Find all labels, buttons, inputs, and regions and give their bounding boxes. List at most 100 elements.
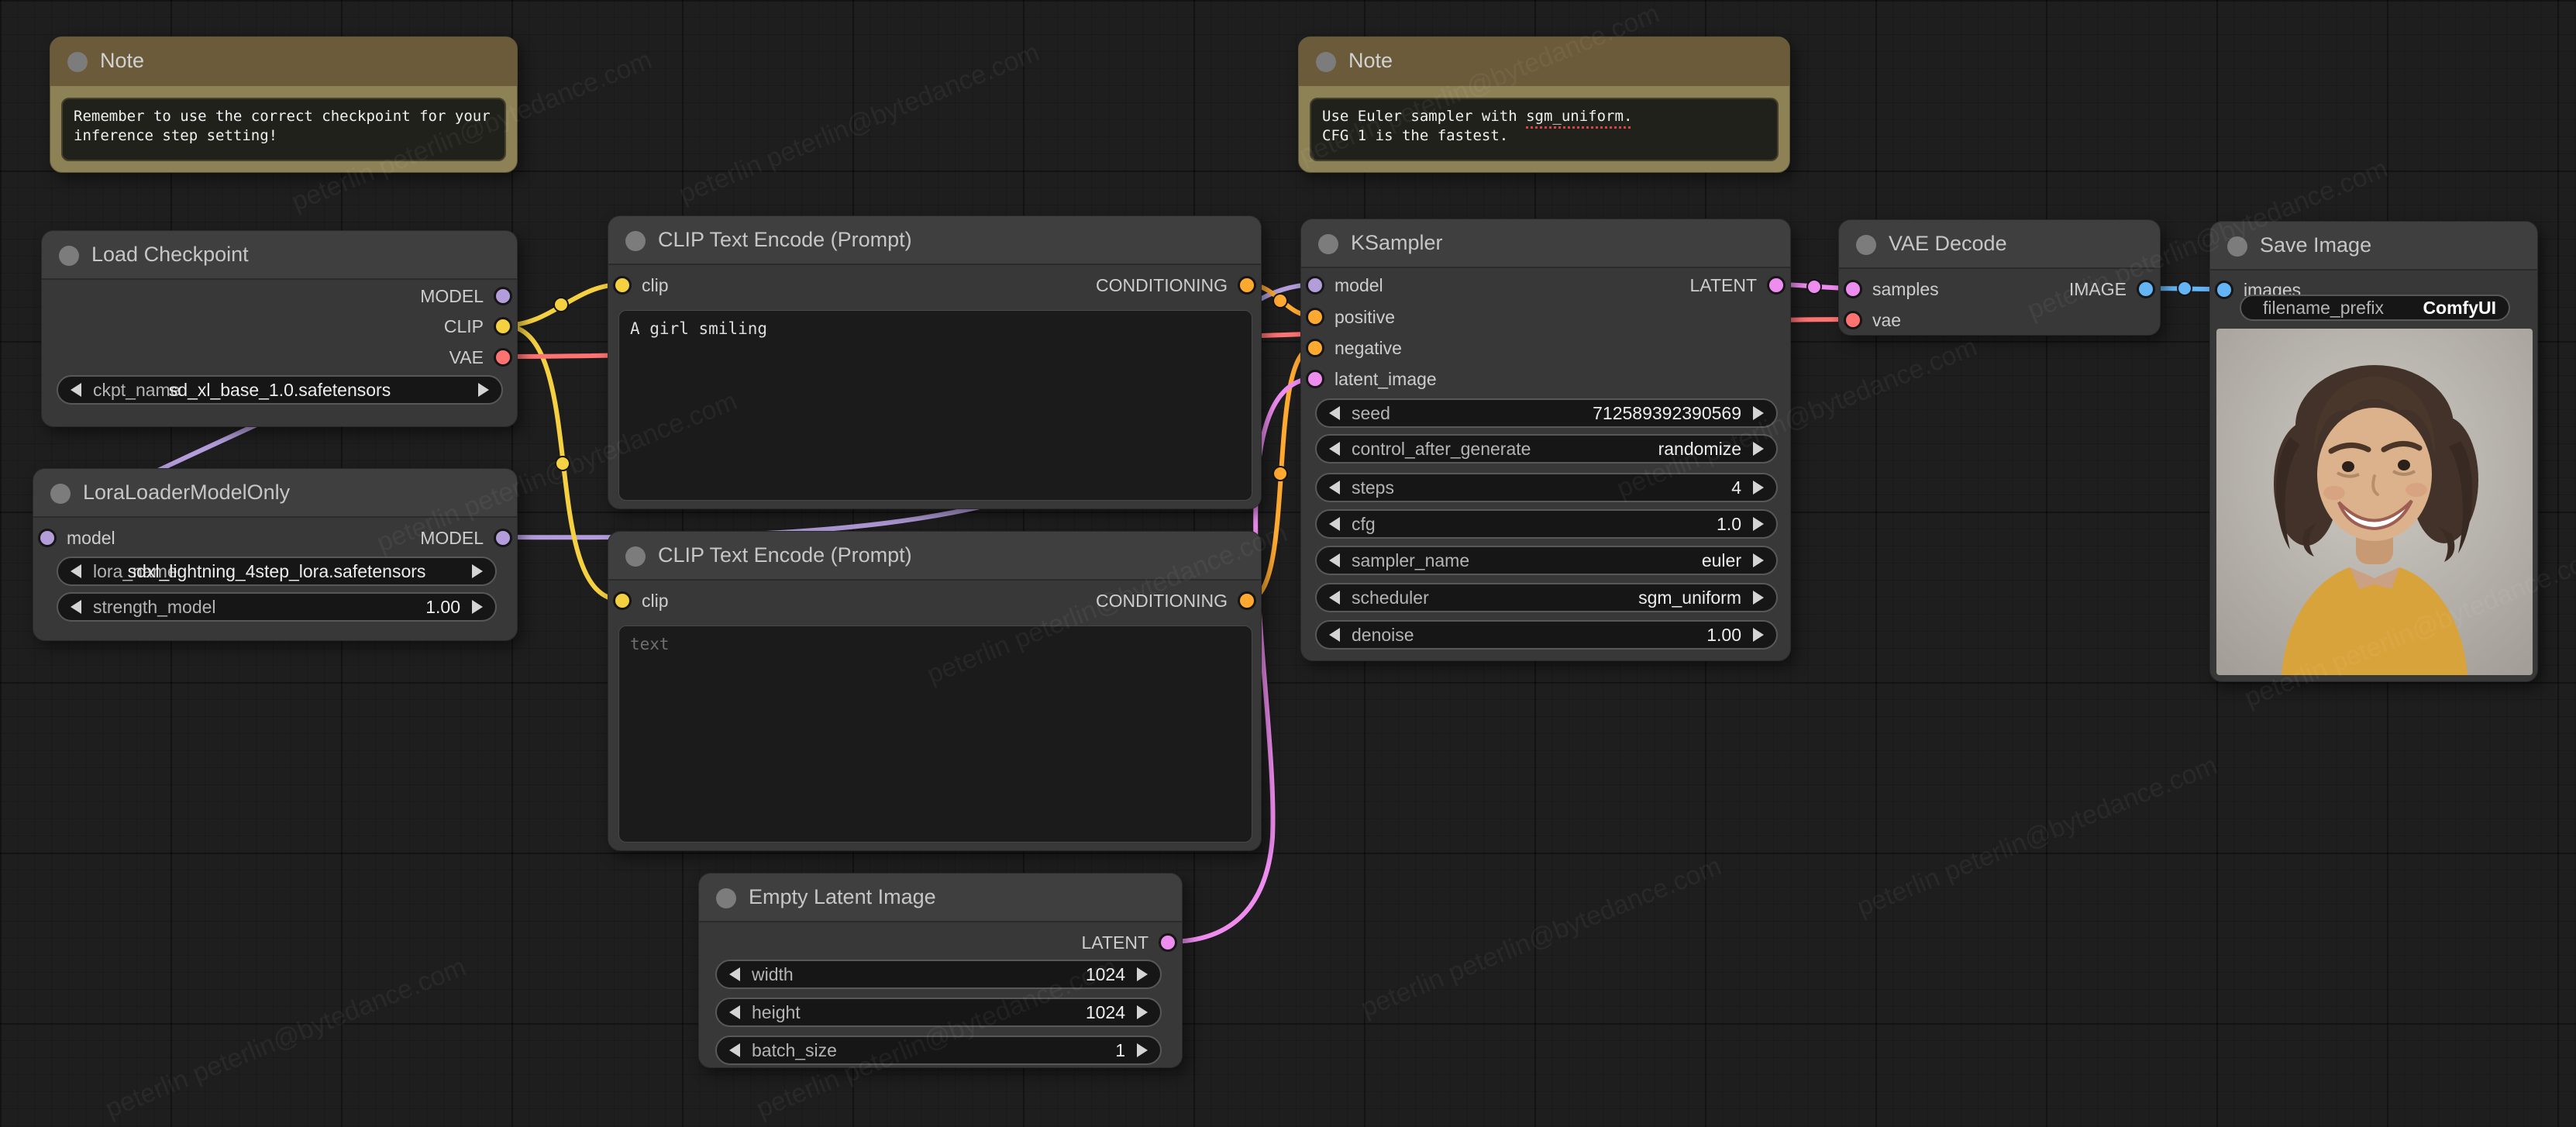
negative-input-port[interactable] [1306,339,1324,357]
decrement-arrow-icon[interactable] [729,1005,740,1019]
preview-image [2216,329,2533,675]
filename-prefix-widget[interactable]: filename_prefix ComfyUI [2240,295,2510,321]
widget-value: 1024 [1085,1001,1125,1022]
node-title-bar[interactable]: Empty Latent Image [699,874,1182,922]
lora-loader-node[interactable]: LoraLoaderModelOnly model MODEL lora_nam… [33,468,518,641]
collapse-dot-icon[interactable] [67,52,88,72]
model-output-port[interactable] [494,287,512,305]
increment-arrow-icon[interactable] [1753,406,1764,420]
collapse-dot-icon[interactable] [1316,52,1336,72]
decrement-arrow-icon[interactable] [1329,517,1340,531]
node-title: CLIP Text Encode (Prompt) [658,228,912,251]
widget-value: 1 [1115,1039,1125,1060]
node-title: CLIP Text Encode (Prompt) [658,543,912,567]
strength-model-widget[interactable]: strength_model 1.00 [57,592,497,622]
increment-arrow-icon[interactable] [1753,553,1764,567]
increment-arrow-icon[interactable] [1753,517,1764,531]
image-output-port[interactable] [2137,280,2155,298]
increment-arrow-icon[interactable] [1753,628,1764,642]
decrement-arrow-icon[interactable] [1329,481,1340,495]
model-output-port[interactable] [494,529,512,547]
decrement-arrow-icon[interactable] [71,600,81,614]
decrement-arrow-icon[interactable] [1329,442,1340,456]
width-widget[interactable]: width 1024 [715,960,1162,989]
save-image-node[interactable]: Save Image images filename_prefix ComfyU… [2209,221,2538,682]
decrement-arrow-icon[interactable] [1329,406,1340,420]
increment-arrow-icon[interactable] [1137,967,1148,981]
samples-input-port[interactable] [1844,280,1862,298]
note-text-area[interactable]: Use Euler sampler with sgm_uniform. CFG … [1310,98,1779,161]
control-after-generate-widget[interactable]: control_after_generate randomize [1315,434,1778,464]
sampler-name-widget[interactable]: sampler_name euler [1315,546,1778,575]
steps-widget[interactable]: steps 4 [1315,473,1778,502]
ksampler-node[interactable]: KSampler model LATENT positive negative … [1300,219,1791,661]
empty-latent-image-node[interactable]: Empty Latent Image LATENT width 1024 hei… [698,873,1183,1068]
increment-arrow-icon[interactable] [472,564,483,578]
increment-arrow-icon[interactable] [1137,1005,1148,1019]
model-input-port[interactable] [1306,276,1324,295]
decrement-arrow-icon[interactable] [71,564,81,578]
decrement-arrow-icon[interactable] [1329,553,1340,567]
collapse-dot-icon[interactable] [1318,234,1338,254]
lora-name-widget[interactable]: lora_name sdxl_lightning_4step_lora.safe… [57,557,497,586]
batch-size-widget[interactable]: batch_size 1 [715,1036,1162,1065]
conditioning-output-port[interactable] [1238,591,1256,610]
height-widget[interactable]: height 1024 [715,998,1162,1027]
decrement-arrow-icon[interactable] [729,967,740,981]
prompt-textarea[interactable]: text [618,626,1252,843]
increment-arrow-icon[interactable] [478,383,489,397]
scheduler-widget[interactable]: scheduler sgm_uniform [1315,583,1778,612]
decrement-arrow-icon[interactable] [71,383,81,397]
collapse-dot-icon[interactable] [1856,235,1876,255]
images-input-port[interactable] [2215,281,2233,299]
collapse-dot-icon[interactable] [50,484,71,504]
node-graph-canvas[interactable]: Note Remember to use the correct checkpo… [0,0,2576,1127]
collapse-dot-icon[interactable] [625,546,646,567]
prompt-textarea[interactable]: A girl smiling [618,310,1252,501]
node-title-bar[interactable]: Save Image [2210,222,2537,271]
clip-input-port[interactable] [613,591,632,610]
vae-output-port[interactable] [494,348,512,367]
node-title-bar[interactable]: CLIP Text Encode (Prompt) [608,216,1261,265]
clip-text-encode-positive-node[interactable]: CLIP Text Encode (Prompt) clip CONDITION… [608,215,1262,509]
denoise-widget[interactable]: denoise 1.00 [1315,620,1778,650]
model-input-port[interactable] [38,529,57,547]
collapse-dot-icon[interactable] [2227,236,2247,257]
increment-arrow-icon[interactable] [1137,1043,1148,1057]
node-title-bar[interactable]: CLIP Text Encode (Prompt) [608,532,1261,581]
conditioning-output-port[interactable] [1238,276,1256,295]
node-title-bar[interactable]: LoraLoaderModelOnly [33,469,517,518]
node-title-bar[interactable]: VAE Decode [1839,220,2160,269]
clip-output-port[interactable] [494,317,512,336]
increment-arrow-icon[interactable] [1753,591,1764,605]
collapse-dot-icon[interactable] [716,888,736,908]
note-node-checkpoint[interactable]: Note Remember to use the correct checkpo… [50,36,518,173]
increment-arrow-icon[interactable] [1753,481,1764,495]
note-title-bar[interactable]: Note [50,37,517,86]
vae-input-port[interactable] [1844,311,1862,329]
decrement-arrow-icon[interactable] [1329,628,1340,642]
note-text: CFG 1 is the fastest. [1322,127,1509,144]
node-title-bar[interactable]: KSampler [1301,219,1790,268]
vae-decode-node[interactable]: VAE Decode samples IMAGE vae [1838,219,2161,336]
collapse-dot-icon[interactable] [625,231,646,251]
cfg-widget[interactable]: cfg 1.0 [1315,509,1778,539]
positive-input-port[interactable] [1306,308,1324,326]
decrement-arrow-icon[interactable] [1329,591,1340,605]
note-text-area[interactable]: Remember to use the correct checkpoint f… [61,98,506,161]
latent-output-port[interactable] [1159,933,1177,952]
latent-image-input-port[interactable] [1306,370,1324,388]
note-node-sampler[interactable]: Note Use Euler sampler with sgm_uniform.… [1298,36,1790,173]
load-checkpoint-node[interactable]: Load Checkpoint MODEL CLIP VAE ckpt_name… [41,230,518,427]
increment-arrow-icon[interactable] [1753,442,1764,456]
collapse-dot-icon[interactable] [59,246,79,266]
increment-arrow-icon[interactable] [472,600,483,614]
ckpt-name-widget[interactable]: ckpt_name sd_xl_base_1.0.safetensors [57,375,503,405]
node-title-bar[interactable]: Load Checkpoint [42,231,517,280]
latent-output-port[interactable] [1767,276,1786,295]
clip-text-encode-negative-node[interactable]: CLIP Text Encode (Prompt) clip CONDITION… [608,531,1262,851]
seed-widget[interactable]: seed 712589392390569 [1315,398,1778,428]
decrement-arrow-icon[interactable] [729,1043,740,1057]
clip-input-port[interactable] [613,276,632,295]
note-title-bar[interactable]: Note [1299,37,1789,86]
